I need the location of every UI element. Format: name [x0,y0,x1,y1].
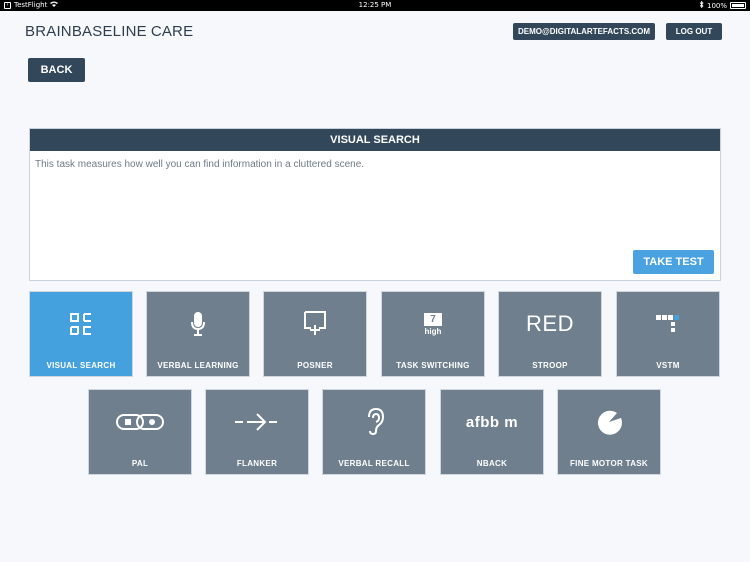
status-bar: ‹ TestFlight 12:25 PM 100% [0,0,750,11]
task-tile-label: FINE MOTOR TASK [570,459,648,468]
task-tile-flanker[interactable]: FLANKER [205,389,309,475]
status-right: 100% [699,0,746,10]
task-switching-word: high [424,326,442,336]
task-tile-label: POSNER [297,361,333,370]
fine-motor-icon [558,402,660,442]
stroop-icon: RED [499,304,601,344]
task-tile-label: VERBAL LEARNING [157,361,239,370]
brand-name: BRAINBASELINE [25,23,147,40]
task-switching-icon: 7 high [382,304,484,344]
task-tile-verbal-recall[interactable]: VERBAL RECALL [322,389,426,475]
vstm-icon [617,304,719,344]
bluetooth-icon [699,0,704,10]
task-tile-fine-motor[interactable]: FINE MOTOR TASK [557,389,661,475]
brand-suffix: CARE [150,23,194,40]
back-button[interactable]: BACK [28,58,85,82]
task-tile-label: NBACK [476,459,508,468]
task-tile-verbal-learning[interactable]: VERBAL LEARNING [146,291,250,377]
visual-search-icon [30,304,132,344]
task-tile-label: STROOP [532,361,568,370]
task-tile-label: VERBAL RECALL [338,459,410,468]
nback-letters: afbb m [465,413,519,431]
task-tile-label: VISUAL SEARCH [46,361,116,370]
task-tile-stroop[interactable]: RED STROOP [498,291,602,377]
task-description-panel: VISUAL SEARCH This task measures how wel… [29,128,721,281]
panel-title: VISUAL SEARCH [30,129,720,151]
ear-icon [323,402,425,442]
task-switching-number: 7 [424,312,442,326]
stroop-word: RED [526,311,574,336]
task-tile-pal[interactable]: PAL [88,389,192,475]
task-tile-label: TASK SWITCHING [396,361,470,370]
posner-icon [264,304,366,344]
task-tile-visual-search[interactable]: VISUAL SEARCH [29,291,133,377]
account-email-button[interactable]: DEMO@DIGITALARTEFACTS.COM [513,23,655,40]
task-tile-vstm[interactable]: VSTM [616,291,720,377]
task-tile-label: PAL [131,459,149,468]
take-test-button[interactable]: TAKE TEST [633,250,714,274]
microphone-icon [147,304,249,344]
battery-icon [730,2,746,9]
task-tile-label: VSTM [656,361,680,370]
task-tile-posner[interactable]: POSNER [263,291,367,377]
pal-icon [89,402,191,442]
task-tile-nback[interactable]: afbb m NBACK [440,389,544,475]
task-tile-label: FLANKER [236,459,278,468]
battery-percent: 100% [706,1,727,10]
brand-logo: BRAINBASELINE CARE [25,23,193,40]
status-time: 12:25 PM [358,1,392,9]
logout-button[interactable]: LOG OUT [666,23,722,40]
task-description: This task measures how well you can find… [35,159,365,170]
nback-icon: afbb m [441,402,543,442]
flanker-icon [206,402,308,442]
task-tile-task-switching[interactable]: 7 high TASK SWITCHING [381,291,485,377]
